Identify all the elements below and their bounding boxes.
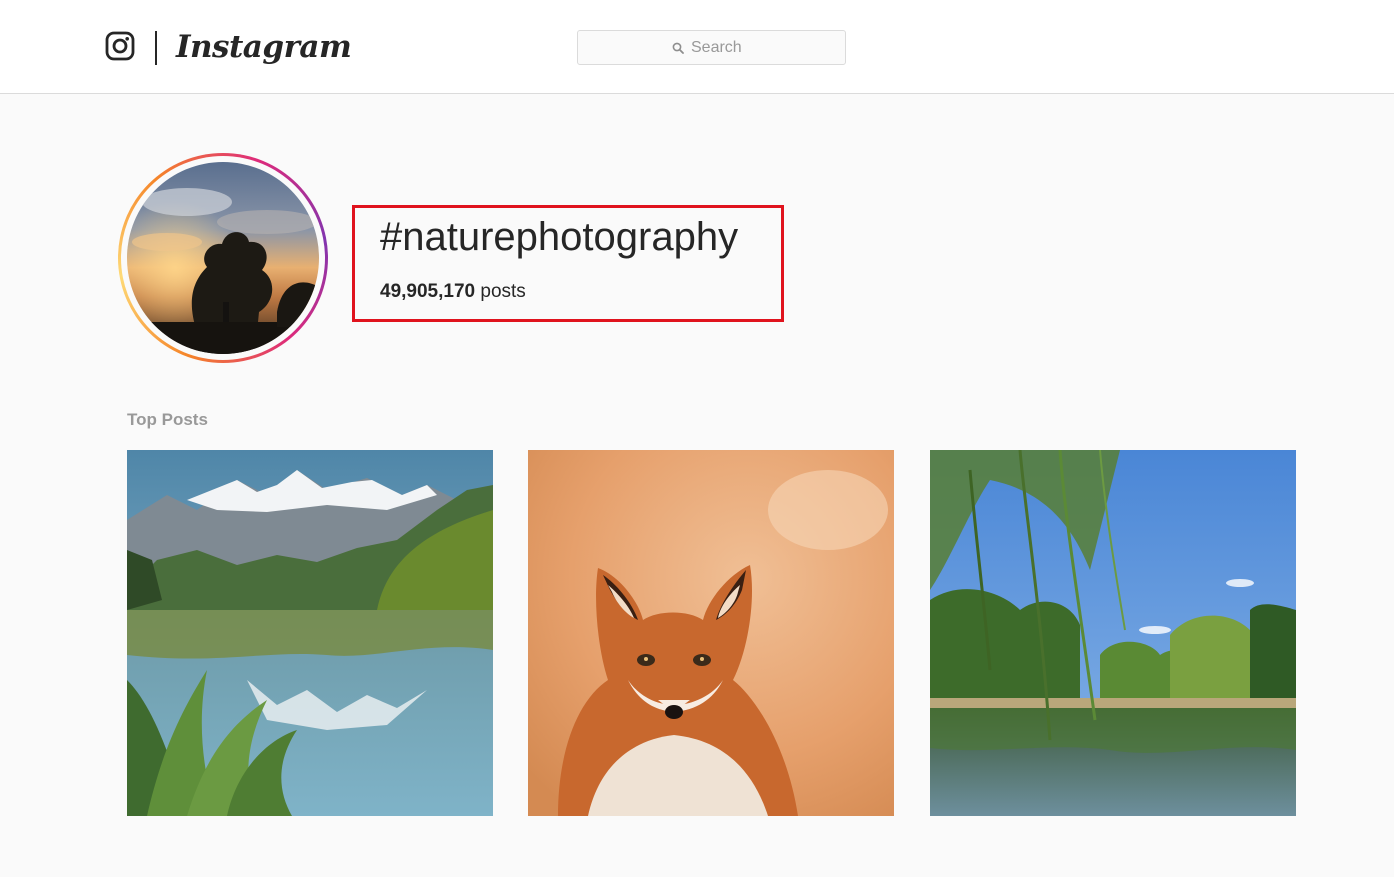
top-posts-heading: Top Posts: [127, 410, 208, 429]
search-input[interactable]: [691, 38, 751, 57]
logo-divider: [155, 31, 157, 65]
hashtag-avatar-ring[interactable]: [118, 153, 328, 363]
post-count-number: 49,905,170: [380, 281, 476, 302]
post-count: 49,905,170 posts: [380, 280, 526, 304]
instagram-wordmark-logo[interactable]: Instagram: [176, 22, 352, 72]
search-box[interactable]: [577, 30, 846, 65]
search-icon: [672, 42, 684, 54]
top-post-willow-lake[interactable]: [930, 450, 1296, 816]
sunset-tree-image: [127, 162, 319, 354]
top-post-red-fox[interactable]: [528, 450, 894, 816]
instagram-camera-icon[interactable]: [105, 31, 135, 61]
top-nav-bar: Instagram: [0, 0, 1394, 94]
willow-lake-image: [930, 450, 1296, 816]
hashtag-avatar[interactable]: [127, 162, 319, 354]
red-fox-image: [528, 450, 894, 816]
post-count-suffix: posts: [475, 281, 526, 302]
mountain-lake-image: [127, 450, 493, 816]
hashtag-title: #naturephotography: [380, 215, 739, 259]
top-post-mountain-lake[interactable]: [127, 450, 493, 816]
